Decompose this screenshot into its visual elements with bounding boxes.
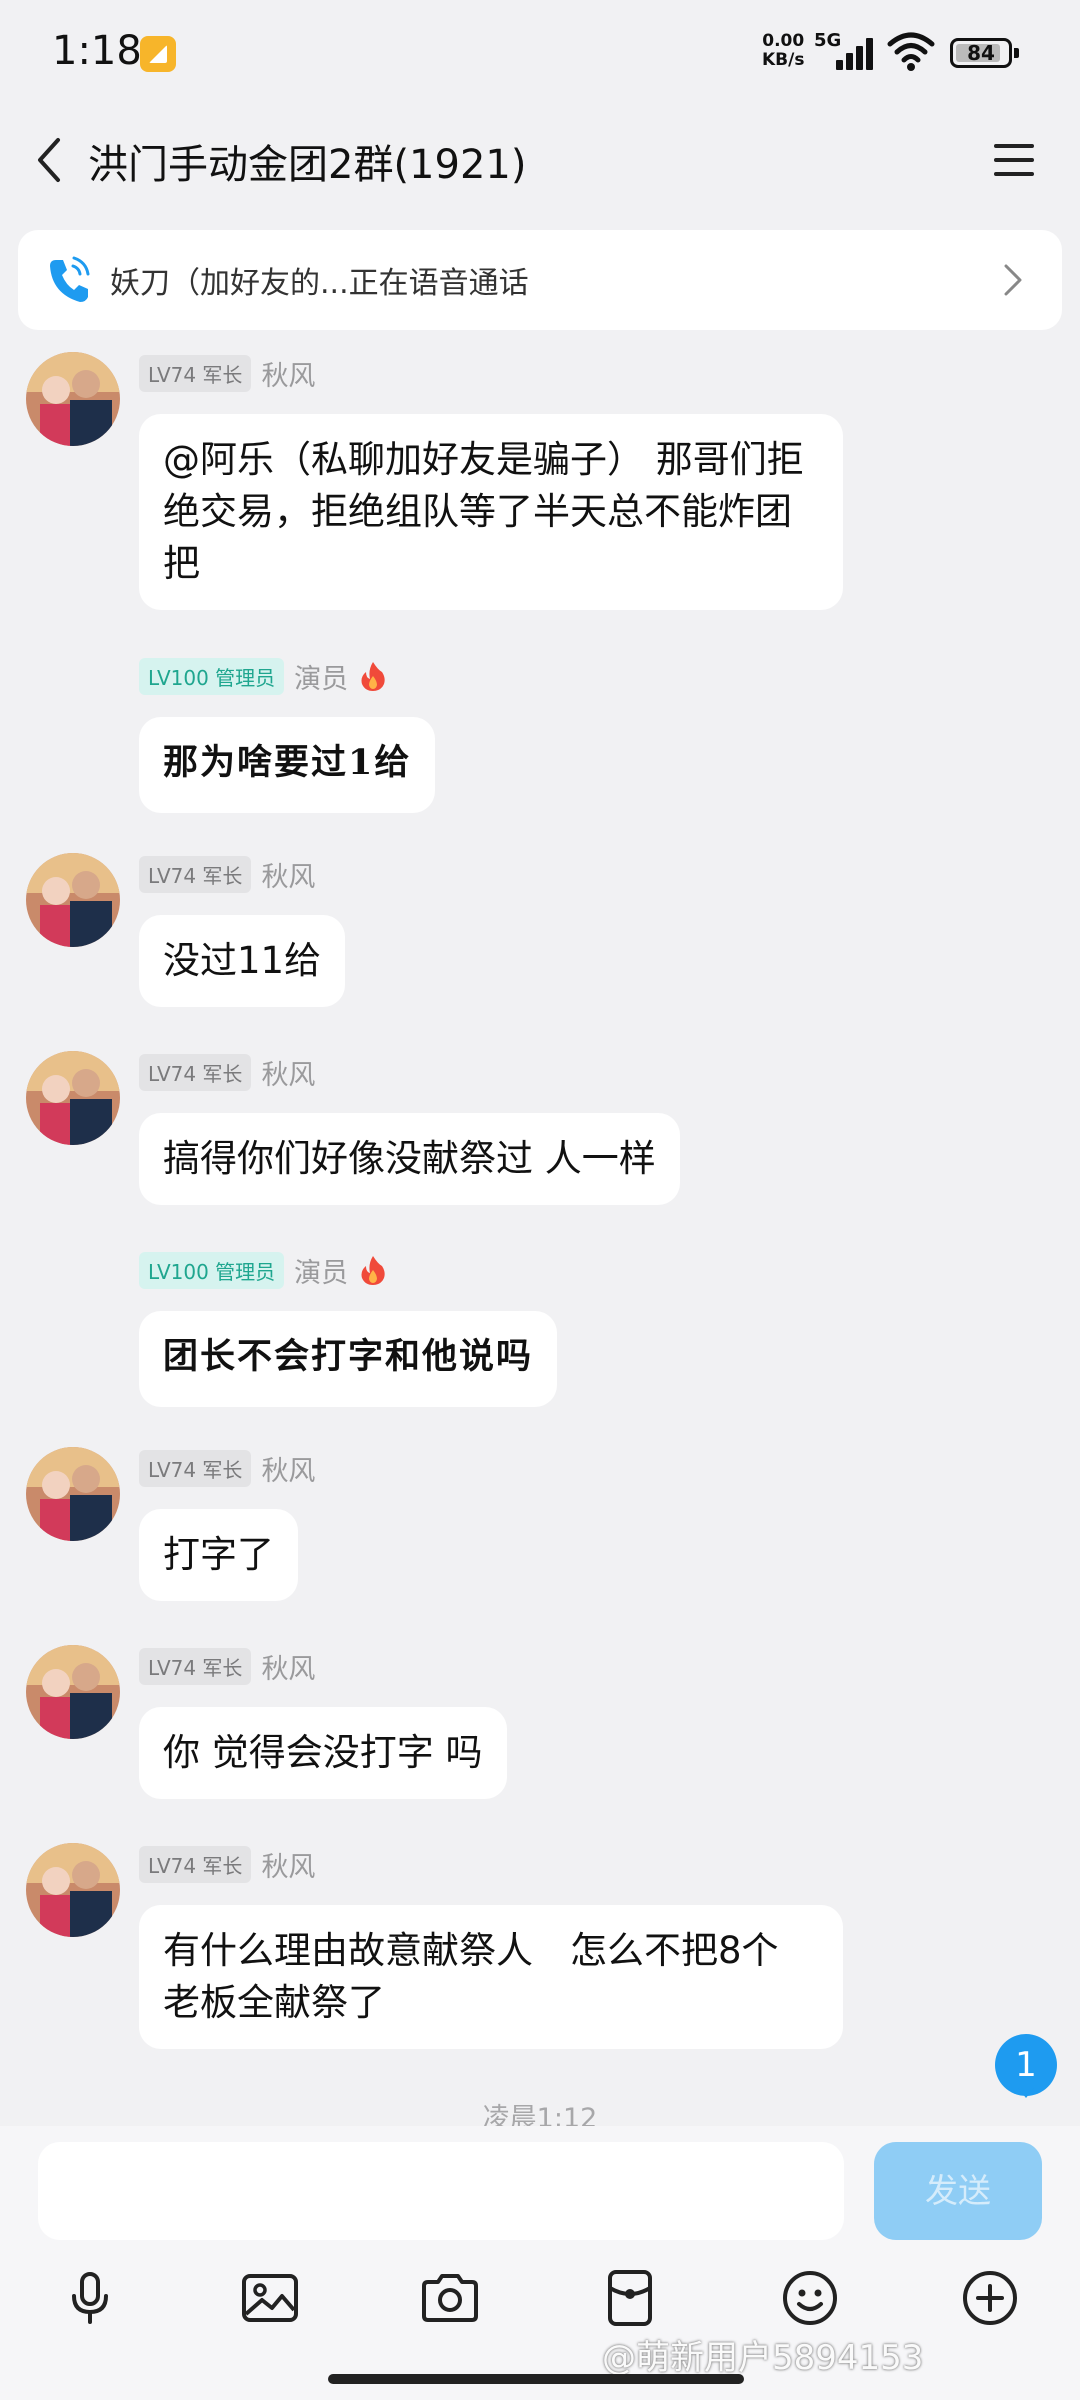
message-bubble[interactable]: 有什么理由故意献祭人 怎么不把8个 老板全献祭了 [139, 1905, 843, 2049]
sender-name: 秋风 [261, 1653, 316, 1685]
wifi-icon [887, 32, 935, 71]
gallery-notification-icon [140, 36, 176, 72]
message-meta: LV74 军长 秋风 [139, 1647, 315, 1685]
status-time: 1:18 [52, 28, 142, 74]
menu-icon[interactable] [990, 132, 1040, 188]
flame-icon [361, 662, 385, 691]
sender-name: 秋风 [261, 360, 316, 392]
level-badge: LV74 军长 [139, 855, 252, 893]
message-meta: LV74 军长 秋风 [139, 1845, 315, 1883]
chat-title: 洪门手动金团2群(1921) [88, 142, 527, 188]
message-meta: LV74 军长 秋风 [139, 1449, 315, 1487]
message-input[interactable] [38, 2142, 844, 2240]
status-bar: 1:18 0.00 KB/s 5G 84 [0, 0, 1080, 110]
message-meta: LV100 管理员 演员 [139, 1251, 388, 1289]
message-meta: LV74 军长 秋风 [139, 855, 315, 893]
avatar[interactable] [26, 1447, 120, 1541]
level-badge: LV100 管理员 [139, 657, 285, 695]
message-bubble[interactable]: 团长不会打字和他说吗 [139, 1311, 558, 1407]
mic-icon[interactable] [58, 2266, 122, 2330]
camera-icon[interactable] [418, 2266, 482, 2330]
voice-call-banner[interactable]: 妖刀（加好友的...正在语音通话 [18, 230, 1062, 330]
emoji-icon[interactable] [778, 2266, 842, 2330]
chevron-right-icon [1004, 264, 1022, 296]
message-bubble[interactable]: @阿乐（私聊加好友是骗子） 那哥们拒绝交易，拒绝组队等了半天总不能炸团把 [139, 414, 843, 610]
battery-indicator: 84 [950, 38, 1019, 68]
net-speed: 0.00 KB/s [762, 31, 805, 70]
avatar[interactable] [26, 853, 120, 947]
message-meta: LV74 军长 秋风 [139, 1053, 315, 1091]
level-badge: LV74 军长 [139, 1053, 252, 1091]
signal-icon [836, 36, 878, 70]
sender-name: 演员 [294, 663, 349, 695]
level-badge: LV74 军长 [139, 1647, 252, 1685]
message-bubble[interactable]: 搞得你们好像没献祭过 人一样 [139, 1113, 680, 1205]
sender-name: 秋风 [261, 1851, 316, 1883]
plus-icon[interactable] [958, 2266, 1022, 2330]
flame-icon [361, 1256, 385, 1285]
avatar[interactable] [26, 1843, 120, 1937]
avatar[interactable] [26, 352, 120, 446]
red-packet-icon[interactable] [598, 2266, 662, 2330]
sender-name: 秋风 [261, 1455, 316, 1487]
message-meta: LV74 军长 秋风 [139, 354, 315, 392]
voice-call-text: 妖刀（加好友的...正在语音通话 [110, 266, 529, 301]
send-button[interactable]: 发送 [874, 2142, 1042, 2240]
level-badge: LV74 军长 [139, 354, 252, 392]
unread-badge[interactable]: 1 [995, 2034, 1057, 2098]
sender-name: 秋风 [261, 861, 316, 893]
level-badge: LV74 军长 [139, 1845, 252, 1883]
message-bubble[interactable]: 你 觉得会没打字 吗 [139, 1707, 507, 1799]
watermark: @萌新用户5894153 [602, 2338, 924, 2378]
avatar[interactable] [26, 1645, 120, 1739]
message-bubble[interactable]: 没过11给 [139, 915, 346, 1007]
level-badge: LV74 军长 [139, 1449, 252, 1487]
avatar[interactable] [26, 1051, 120, 1145]
image-icon[interactable] [238, 2266, 302, 2330]
chat-header: 洪门手动金团2群(1921) [0, 110, 1080, 212]
sender-name: 演员 [294, 1257, 349, 1289]
message-bubble[interactable]: 那为啥要过1给 [139, 717, 436, 813]
home-indicator[interactable] [328, 2374, 744, 2384]
sender-name: 秋风 [261, 1059, 316, 1091]
message-meta: LV100 管理员 演员 [139, 657, 388, 695]
phone-icon [50, 256, 90, 302]
level-badge: LV100 管理员 [139, 1251, 285, 1289]
message-bubble[interactable]: 打字了 [139, 1509, 298, 1601]
back-icon[interactable] [30, 132, 70, 188]
